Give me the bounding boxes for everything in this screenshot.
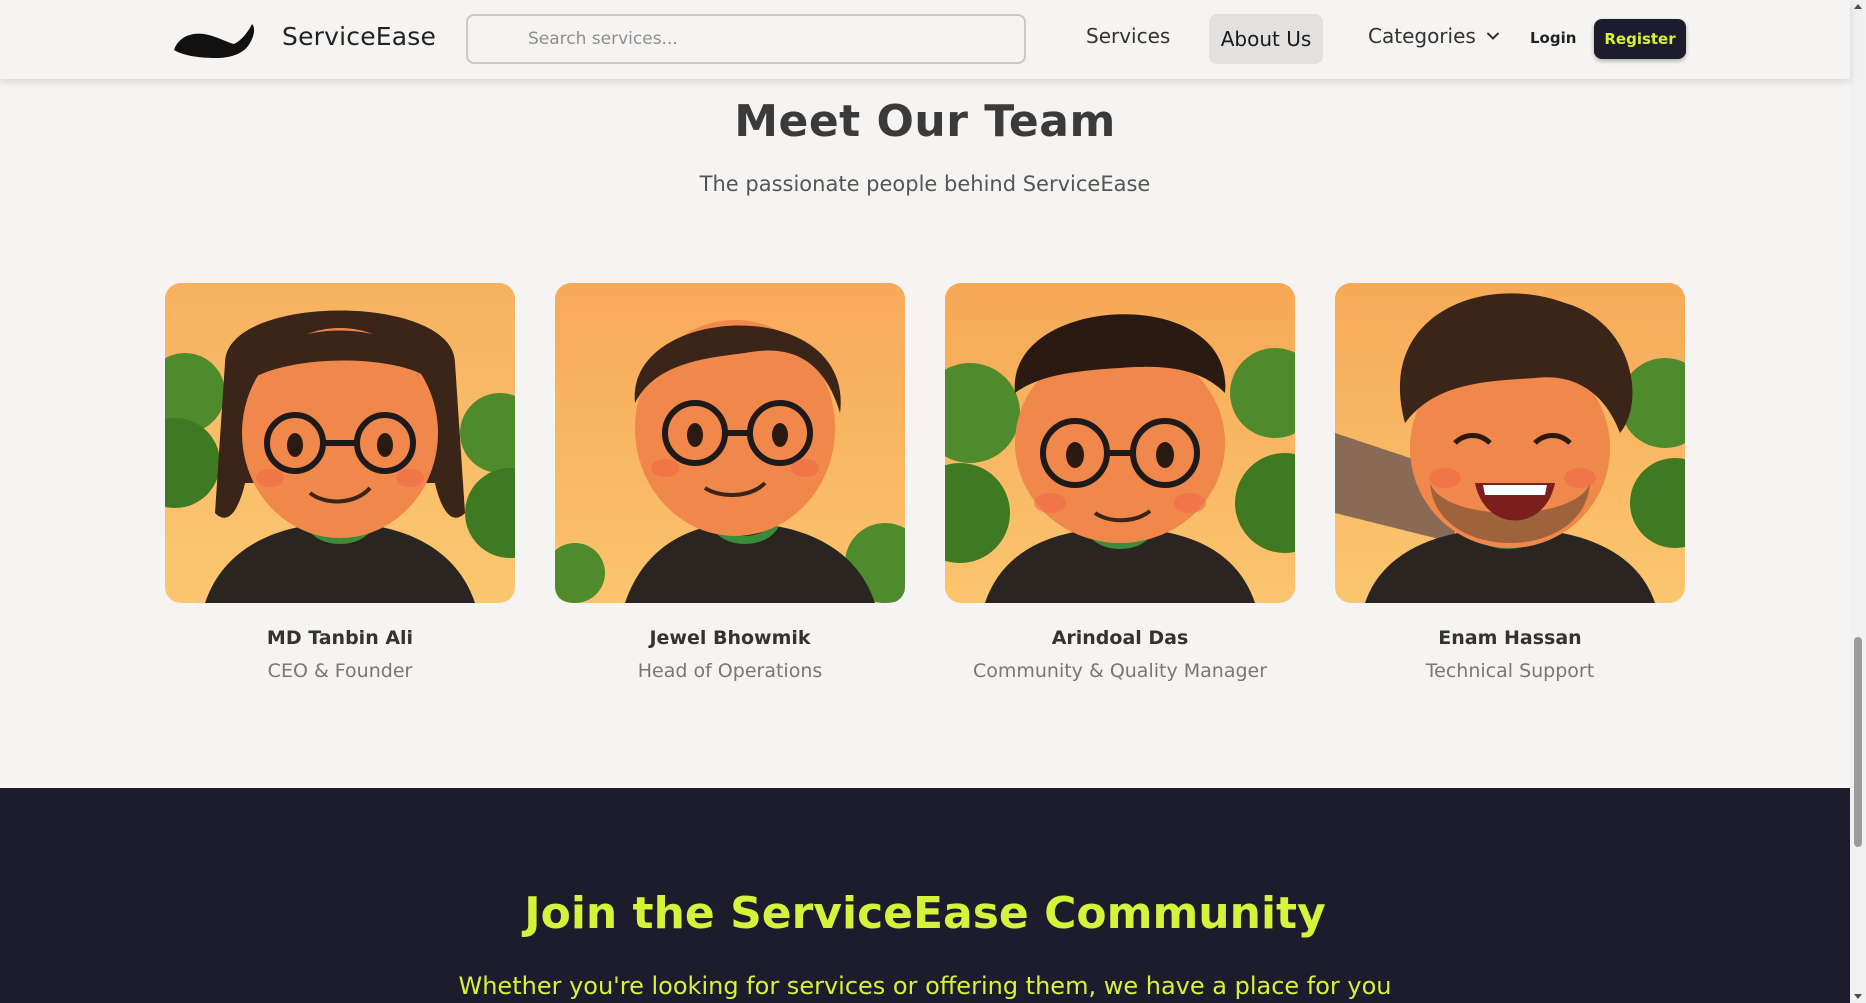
navbar: ServiceEase Services About Us Categories… — [0, 0, 1850, 79]
nav-about-link[interactable]: About Us — [1209, 14, 1323, 64]
register-button[interactable]: Register — [1594, 19, 1686, 59]
search-box[interactable] — [466, 14, 1026, 64]
page-scrollbar[interactable] — [1850, 0, 1866, 1003]
member-name: Enam Hassan — [1438, 627, 1582, 649]
member-name: Jewel Bhowmik — [649, 627, 811, 649]
member-role: Head of Operations — [637, 660, 823, 682]
nav-categories-dropdown[interactable]: Categories — [1368, 24, 1500, 48]
scrollbar-thumb[interactable] — [1854, 637, 1862, 847]
member-name: Arindoal Das — [1051, 627, 1189, 649]
member-role: CEO & Founder — [267, 660, 413, 682]
register-label: Register — [1604, 30, 1676, 48]
scroll-up-arrow-icon[interactable] — [1854, 4, 1862, 9]
brand-name[interactable]: ServiceEase — [282, 22, 436, 51]
scroll-down-arrow-icon[interactable] — [1854, 994, 1862, 999]
hand-logo-icon[interactable] — [172, 20, 258, 60]
nav-categories-label: Categories — [1368, 24, 1476, 48]
login-link[interactable]: Login — [1530, 29, 1576, 47]
team-member-card: MD Tanbin Ali CEO & Founder — [165, 283, 515, 682]
team-member-card: Enam Hassan Technical Support — [1335, 283, 1685, 682]
member-role: Technical Support — [1425, 660, 1595, 682]
team-title: Meet Our Team — [734, 96, 1116, 147]
chevron-down-icon — [1486, 32, 1499, 40]
member-avatar-image — [555, 283, 905, 603]
search-input[interactable] — [528, 26, 998, 52]
nav-about-label: About Us — [1220, 27, 1312, 51]
community-text: Whether you're looking for services or o… — [458, 972, 1392, 1000]
community-title: Join the ServiceEase Community — [524, 888, 1326, 939]
member-avatar-image — [945, 283, 1295, 603]
member-role: Community & Quality Manager — [972, 660, 1268, 682]
member-avatar-image — [165, 283, 515, 603]
member-avatar-image — [1335, 283, 1685, 603]
team-member-card: Arindoal Das Community & Quality Manager — [945, 283, 1295, 682]
community-section: Join the ServiceEase Community Whether y… — [0, 788, 1850, 1003]
member-name: MD Tanbin Ali — [266, 627, 414, 649]
nav-services-link[interactable]: Services — [1086, 24, 1170, 48]
team-member-card: Jewel Bhowmik Head of Operations — [555, 283, 905, 682]
team-subtitle: The passionate people behind ServiceEase — [699, 172, 1151, 196]
